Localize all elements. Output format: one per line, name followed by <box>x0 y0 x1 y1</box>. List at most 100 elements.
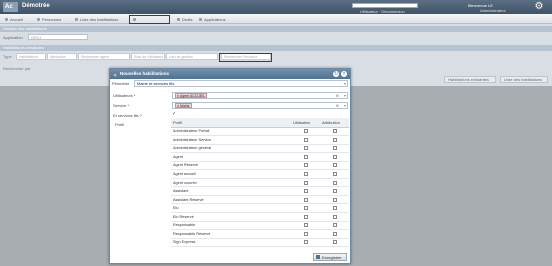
table-row: Elu Réservé <box>171 212 349 222</box>
type-label: Type <box>3 54 12 59</box>
remove-tag-icon: × <box>177 104 180 108</box>
utilisation-cell <box>291 178 320 188</box>
utilisation-checkbox[interactable] <box>303 146 308 151</box>
table-row: Assistant <box>171 186 349 196</box>
utilisation-checkbox[interactable] <box>303 129 308 134</box>
agent-search-input[interactable]: Rechercher agent <box>78 53 130 60</box>
utilisation-checkbox[interactable] <box>303 154 308 159</box>
section-gestion: Gestion des habilitations <box>0 26 552 32</box>
utilisation-checkbox[interactable] <box>303 231 308 236</box>
save-button[interactable]: Enregistrer <box>313 253 347 261</box>
clear-icon[interactable]: ⊗ <box>336 103 339 109</box>
attribution-checkbox[interactable] <box>332 154 337 159</box>
utilisateurs-field[interactable]: ×Agent ACCUEIL ⊗ ▾ <box>172 92 348 99</box>
habilitations-list-button[interactable]: Liste des habilitations <box>500 76 548 83</box>
table-row: Sign Express <box>171 238 349 248</box>
refresh-icon[interactable]: ↻ <box>333 71 339 77</box>
table-row: Agent <box>171 152 349 162</box>
utilisation-cell <box>291 169 320 179</box>
toolbar-personnes[interactable]: Personnes <box>36 16 61 23</box>
table-row: Agent courrier <box>171 178 349 188</box>
attribution-checkbox[interactable] <box>332 129 337 134</box>
type-select[interactable]: Habilitations <box>16 53 46 60</box>
profil-name: Responsable Réservé <box>171 229 291 239</box>
utilisation-cell <box>291 229 320 239</box>
service-tag[interactable]: ×Mairie <box>175 103 192 108</box>
table-header: Profil Utilisation Attribution <box>171 118 349 128</box>
service-field[interactable]: ×Mairie ⊗ ▾ <box>172 102 348 109</box>
chevron-down-icon[interactable]: ▾ <box>344 93 346 99</box>
attribution-cell <box>320 169 349 179</box>
profil-name: Administrateur Portail <box>171 127 291 137</box>
utilisation-checkbox[interactable] <box>303 240 308 245</box>
existing-habilitations-button[interactable]: Habilitations existantes <box>444 76 496 83</box>
utilisation-checkbox[interactable] <box>303 223 308 228</box>
toolbar-accueil[interactable]: Accueil <box>4 16 23 23</box>
toolbar-droits[interactable]: Droits <box>176 16 192 23</box>
utilisation-checkbox[interactable] <box>303 189 308 194</box>
dialog-title-bar: ✦ Nouvelles habilitations <box>110 69 350 79</box>
services-fils-checkbox[interactable]: ✓ <box>172 111 176 117</box>
user-tag[interactable]: ×Agent ACCUEIL <box>175 93 208 98</box>
remove-tag-icon: × <box>177 94 180 98</box>
highlight-box-toolbar <box>129 15 170 24</box>
utilisation-checkbox[interactable] <box>303 214 308 219</box>
attribution-checkbox[interactable] <box>332 146 337 151</box>
attribution-checkbox[interactable] <box>332 163 337 168</box>
close-icon[interactable]: × <box>341 71 347 77</box>
table-row: Responsable Réservé <box>171 229 349 239</box>
attribution-cell <box>320 221 349 231</box>
save-icon <box>316 255 320 259</box>
utilisation-cell <box>291 203 320 213</box>
services-fils-label: Et services fils ? <box>113 113 142 118</box>
attribution-checkbox[interactable] <box>332 137 337 142</box>
perimetre-select[interactable]: Mairie et services fils ▾ <box>134 80 348 87</box>
utilisation-checkbox[interactable] <box>303 172 308 176</box>
profil-name: Responsable <box>171 221 291 231</box>
attribution-checkbox[interactable] <box>332 197 337 202</box>
profil-name: Agent Réservé <box>171 161 291 171</box>
utilisation-cell <box>291 186 320 196</box>
attribution-checkbox[interactable] <box>332 206 337 211</box>
attribution-select[interactable]: Attribution <box>47 53 77 60</box>
utilisation-checkbox[interactable] <box>303 197 308 202</box>
clear-icon[interactable]: ⊗ <box>336 93 339 99</box>
utilisation-cell <box>291 161 320 171</box>
attribution-checkbox[interactable] <box>332 231 337 236</box>
toolbar-liste-habilitations[interactable]: Liste des habilitations <box>74 16 118 23</box>
attribution-checkbox[interactable] <box>332 214 337 219</box>
profil-name: Agent <box>171 152 291 162</box>
attribution-cell <box>320 238 349 248</box>
attribution-checkbox[interactable] <box>332 180 337 185</box>
role-select[interactable]: Rôle de l'utilisateur <box>131 53 165 60</box>
role-label[interactable]: Administrateur <box>480 8 506 13</box>
attribution-cell <box>320 144 349 154</box>
attribution-checkbox[interactable] <box>332 240 337 245</box>
profil-name: Elu <box>171 203 291 213</box>
application-select[interactable]: GRCI <box>28 34 88 40</box>
col-utilisation: Utilisation <box>291 118 320 128</box>
attribution-cell <box>320 229 349 239</box>
utilisation-checkbox[interactable] <box>303 163 308 168</box>
attribution-checkbox[interactable] <box>332 223 337 228</box>
table-row: Administrateur Service <box>171 135 349 145</box>
utilisation-checkbox[interactable] <box>303 180 308 185</box>
global-search-input[interactable] <box>352 3 418 8</box>
table-row: Administrateur général <box>171 144 349 154</box>
gear-icon[interactable]: ⚙ <box>533 1 545 13</box>
utilisation-cell <box>291 195 320 205</box>
chevron-down-icon[interactable]: ▾ <box>344 103 346 109</box>
utilisation-cell <box>291 212 320 222</box>
lieu-select[interactable]: Lieu de gestion <box>166 53 218 60</box>
chevron-down-icon[interactable]: ▾ <box>344 81 346 87</box>
app-title: Démotrée <box>22 3 50 9</box>
toolbar-applications[interactable]: Applications <box>198 16 226 23</box>
utilisation-checkbox[interactable] <box>303 206 308 211</box>
col-attribution: Attribution <box>320 118 349 128</box>
service-label: Service * <box>113 103 130 108</box>
attribution-checkbox[interactable] <box>332 189 337 194</box>
attribution-checkbox[interactable] <box>332 172 337 176</box>
profil-name: Agent accueil <box>171 169 291 179</box>
utilisation-checkbox[interactable] <box>303 137 308 142</box>
table-row: Agent accueil <box>171 169 349 179</box>
